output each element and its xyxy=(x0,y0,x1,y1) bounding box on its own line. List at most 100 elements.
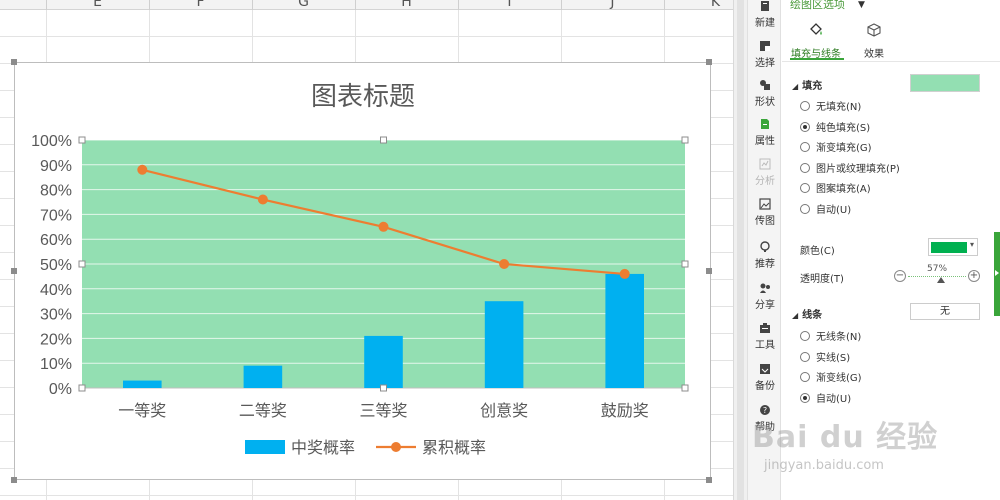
share-icon xyxy=(760,283,770,293)
color-picker-dropdown[interactable]: ▾ xyxy=(928,238,978,256)
fill-color-preview[interactable] xyxy=(910,74,980,92)
right-toolbar: 新建 选择 形状 属性 分析 传图 推荐 分享 工具 备份? 帮助 xyxy=(747,0,781,500)
plot-area-handle[interactable] xyxy=(681,384,689,392)
divider xyxy=(782,61,1000,62)
scrollbar-thumb[interactable] xyxy=(737,0,744,500)
plot-area-handle[interactable] xyxy=(78,136,86,144)
column-header[interactable]: E xyxy=(78,0,118,10)
toolbar-shapes[interactable]: 形状 xyxy=(748,79,782,119)
decrease-icon[interactable]: − xyxy=(894,270,906,282)
radio-option[interactable]: 图案填充(A) xyxy=(800,180,871,195)
bar-0-3[interactable] xyxy=(484,301,524,388)
fill-section-header[interactable]: ◢ 填充 xyxy=(792,77,822,92)
dropdown-arrow-icon[interactable]: ▼ xyxy=(858,0,865,10)
resize-handle-top-right[interactable] xyxy=(706,59,712,65)
y-tick-label: 20% xyxy=(40,331,72,348)
radio-option[interactable]: 渐变填充(G) xyxy=(800,139,872,154)
spreadsheet-grid[interactable]: E F G H I J K 图表标题 0% 10% 20% 30% 40% 50% 60% 70% 80% 9… xyxy=(0,0,733,500)
resize-handle-top-left[interactable] xyxy=(11,59,17,65)
toolbar-select[interactable]: 选择 xyxy=(748,40,782,80)
radio-label: 无线条(N) xyxy=(816,332,862,343)
bar-0-4[interactable] xyxy=(605,273,644,388)
column-header[interactable]: I xyxy=(490,0,530,10)
plot-area-handle[interactable] xyxy=(380,384,387,392)
radio-option[interactable]: 无填充(N) xyxy=(800,98,861,113)
radio-button[interactable] xyxy=(800,331,810,341)
x-tick-label: 一等奖 xyxy=(118,401,166,420)
radio-option[interactable]: 实线(S) xyxy=(800,349,850,364)
radio-button[interactable] xyxy=(800,101,810,111)
plot-area[interactable]: 0% 10% 20% 30% 40% 50% 60% 70% 80% 90% 100% 一等奖 二等奖 三… xyxy=(31,133,689,420)
toolbar-share[interactable]: 分享 xyxy=(748,282,782,322)
radio-label: 自动(U) xyxy=(816,205,852,216)
column-header[interactable]: J xyxy=(593,0,633,10)
resize-handle-right[interactable] xyxy=(706,268,712,274)
radio-option[interactable]: 自动(U) xyxy=(800,390,852,405)
transparency-value: 57% xyxy=(927,264,948,274)
radio-button[interactable] xyxy=(800,162,810,173)
x-tick-label: 三等奖 xyxy=(359,401,407,420)
radio-button[interactable] xyxy=(800,392,810,403)
increase-icon[interactable]: + xyxy=(968,270,980,282)
plot-area-handle[interactable] xyxy=(681,260,689,268)
point-1-3[interactable] xyxy=(499,259,510,269)
bar-0-2[interactable] xyxy=(364,335,403,388)
bar-0-1[interactable] xyxy=(243,365,283,388)
analysis-icon xyxy=(759,158,771,170)
properties-icon xyxy=(761,119,769,129)
radio-button[interactable] xyxy=(800,183,810,194)
column-header[interactable]: F xyxy=(181,0,221,10)
bar-0-0[interactable] xyxy=(123,380,162,388)
line-section-header[interactable]: ◢ 线条 xyxy=(792,306,822,321)
tab-fill-and-line[interactable]: 填充与线条 xyxy=(786,22,846,60)
resize-handle-bottom-left[interactable] xyxy=(11,477,17,483)
radio-button[interactable] xyxy=(800,121,810,132)
resize-handle-left[interactable] xyxy=(11,268,17,274)
help-icon: ? xyxy=(760,405,770,415)
plot-area-handle[interactable] xyxy=(78,384,86,392)
radio-button[interactable] xyxy=(800,204,810,214)
resize-handle-bottom-right[interactable] xyxy=(706,477,712,483)
cube-effect-icon xyxy=(867,23,881,37)
tab-effects[interactable]: 效果 xyxy=(844,22,904,60)
point-1-0[interactable] xyxy=(137,164,148,175)
y-tick-label: 80% xyxy=(40,183,72,200)
point-1-4[interactable] xyxy=(619,268,630,279)
column-header[interactable]: G xyxy=(284,0,324,10)
radio-button[interactable] xyxy=(800,372,810,383)
legend[interactable]: 中奖概率 累积概率 xyxy=(245,438,486,457)
toolbar-backup[interactable]: 备份 xyxy=(748,363,782,403)
vertical-scrollbar[interactable] xyxy=(733,0,747,500)
combo-chart[interactable]: 图表标题 0% 10% 20% 30% 40% 50% 60% 70% 80% 90% 100% 一等… xyxy=(15,63,712,481)
radio-option[interactable]: 图片或纹理填充(P) xyxy=(800,160,900,175)
radio-button[interactable] xyxy=(800,142,810,153)
column-separator xyxy=(458,0,459,10)
toolbar-new-chart[interactable]: 新建 xyxy=(748,0,782,40)
radio-option[interactable]: 渐变线(G) xyxy=(800,369,862,384)
radio-button[interactable] xyxy=(800,351,810,362)
slider-knob[interactable] xyxy=(937,277,946,283)
pane-title[interactable]: 绘图区选项 xyxy=(790,0,845,11)
toolbar-help[interactable]: ? 帮助 xyxy=(748,404,782,444)
chart-object[interactable]: 图表标题 0% 10% 20% 30% 40% 50% 60% 70% 80% 90% 100% 一等… xyxy=(14,62,711,480)
chart-area-options-pane: 绘图区选项 ▼ 填充与线条 效果 ◢ 填充 无填充(N) 纯色填充(S) 渐变填充(G… xyxy=(782,0,1000,500)
chart-title[interactable]: 图表标题 xyxy=(311,81,415,111)
radio-option[interactable]: 自动(U) xyxy=(800,201,852,216)
point-1-1[interactable] xyxy=(257,194,268,205)
column-header[interactable]: H xyxy=(387,0,427,10)
plot-area-handle[interactable] xyxy=(681,136,689,144)
plot-area-handle[interactable] xyxy=(78,260,86,268)
column-header[interactable]: K xyxy=(696,0,734,10)
line-color-preview[interactable]: 无 xyxy=(910,303,980,320)
collapse-triangle-icon: ◢ xyxy=(792,311,799,320)
radio-label: 自动(U) xyxy=(816,393,852,405)
y-tick-label: 10% xyxy=(40,356,72,373)
radio-option[interactable]: 无线条(N) xyxy=(800,328,862,343)
toolbar-recommend[interactable]: 推荐 xyxy=(748,241,782,281)
toolbar-tools[interactable]: 工具 xyxy=(748,322,782,362)
toolbar-properties[interactable]: 属性 xyxy=(748,118,782,158)
radio-option[interactable]: 纯色填充(S) xyxy=(800,119,870,134)
plot-area-handle[interactable] xyxy=(380,136,387,144)
toolbar-upload-image[interactable]: 传图 xyxy=(748,198,782,238)
point-1-2[interactable] xyxy=(378,221,389,232)
